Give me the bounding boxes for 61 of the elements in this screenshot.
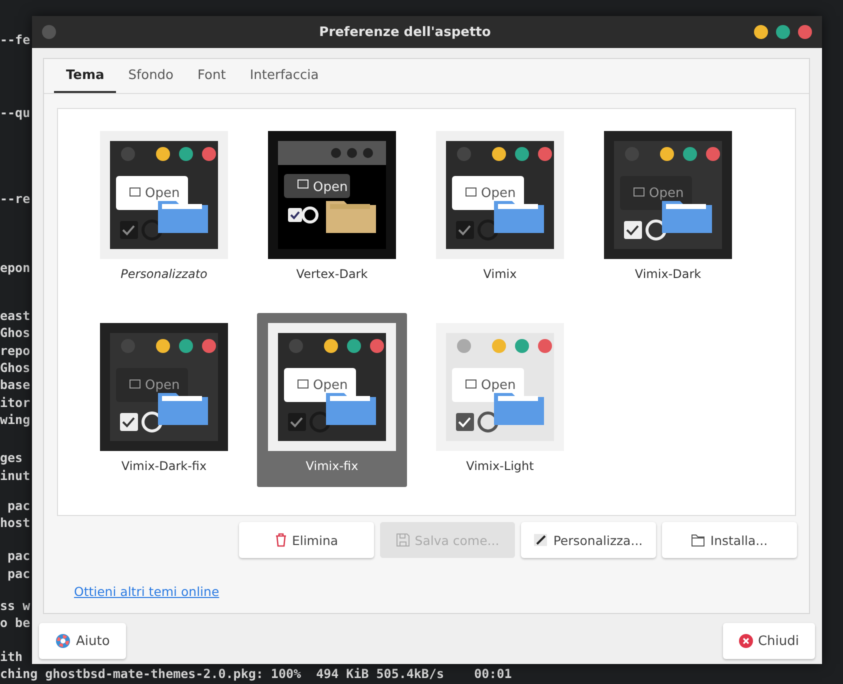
terminal-line: pac — [6, 564, 30, 582]
terminal-line: Ghos — [0, 324, 30, 342]
maximize-button[interactable] — [776, 25, 790, 39]
terminal-line: Ghos — [0, 359, 30, 376]
tab[interactable]: Font — [186, 59, 238, 93]
terminal-line: o be — [0, 614, 30, 632]
pencil-icon — [534, 533, 548, 547]
terminal-line: epon — [0, 258, 30, 276]
tab[interactable]: Interfaccia — [238, 59, 331, 93]
lifebuoy-icon — [55, 633, 71, 649]
window-title: Preferenze dell'aspetto — [318, 24, 492, 40]
terminal-line: ss w — [0, 597, 30, 614]
terminal-line: ith — [0, 648, 23, 665]
close-dialog-button[interactable]: Chiudi — [722, 623, 815, 659]
terminal-line: pac — [6, 496, 30, 514]
theme-name: Vimix-Dark-fix — [121, 459, 207, 473]
terminal-line: ges — [0, 449, 23, 467]
theme-name: Vimix — [483, 267, 517, 281]
terminal-line: --re — [0, 190, 30, 207]
terminal-line: ching ghostbsd-mate-themes-2.0.pkg: 100% 494 KiB 505.4kB/s 00:01 — [0, 664, 512, 682]
theme-preview-drawing: Open — [436, 131, 564, 259]
minimize-button[interactable] — [754, 25, 768, 39]
terminal-line: inut — [0, 466, 30, 484]
terminal-line: itor — [0, 394, 30, 411]
theme-item[interactable]: Open Vimix-Light — [425, 313, 575, 487]
help-button[interactable]: Aiuto — [39, 623, 126, 659]
folder-icon — [691, 534, 706, 546]
theme-item[interactable]: Open Personalizzato — [89, 121, 239, 295]
terminal-line: pac — [6, 547, 30, 565]
theme-name: Vimix-fix — [306, 459, 358, 473]
online-themes-link[interactable]: Ottieni altri temi online — [74, 584, 220, 599]
theme-name: Personalizzato — [120, 267, 208, 281]
theme-preview-drawing: Open — [436, 323, 564, 451]
trash-icon — [274, 533, 287, 547]
tab[interactable]: Sfondo — [116, 59, 186, 93]
theme-preview-drawing: Open — [100, 323, 228, 451]
action-button[interactable]: Personalizza... — [521, 522, 656, 558]
theme-name: Vimix-Dark — [634, 267, 702, 281]
terminal-line: --qu — [0, 104, 30, 122]
theme-item[interactable]: Open Vimix-fix — [257, 313, 407, 487]
theme-name: Vertex-Dark — [296, 267, 368, 281]
theme-preview-drawing: Open — [604, 131, 732, 259]
theme-preview-drawing: Open — [268, 131, 396, 259]
close-button[interactable] — [798, 25, 812, 39]
terminal-line: host — [0, 514, 30, 532]
theme-item[interactable]: Open Vimix-Dark — [593, 121, 743, 295]
theme-preview-drawing: Open — [100, 131, 228, 259]
terminal-line: repo — [0, 342, 30, 360]
action-button[interactable]: Elimina — [239, 522, 374, 558]
terminal-line: base — [0, 376, 30, 394]
theme-item[interactable]: Open Vimix-Dark-fix — [89, 313, 239, 487]
close-icon — [738, 634, 753, 648]
theme-preview-drawing: Open — [268, 323, 396, 451]
theme-item[interactable]: Open Vimix — [425, 121, 575, 295]
action-button[interactable]: Installa... — [662, 522, 797, 558]
theme-item[interactable]: Open Vertex-Dark — [257, 121, 407, 295]
tab[interactable]: Tema — [54, 59, 116, 93]
theme-name: Vimix-Light — [466, 459, 534, 473]
terminal-line: --fe — [0, 31, 30, 48]
terminal-line: east — [0, 307, 30, 324]
terminal-line: wing — [0, 410, 30, 428]
